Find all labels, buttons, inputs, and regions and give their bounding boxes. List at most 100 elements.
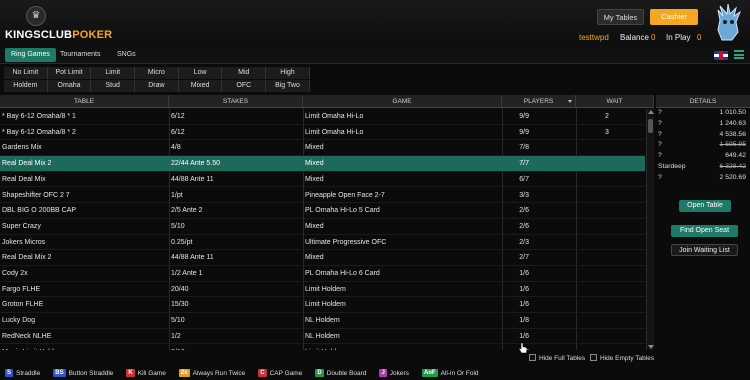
filter-omaha[interactable]: Omaha	[47, 80, 92, 92]
column-players[interactable]: PLAYERS	[502, 95, 576, 108]
scrollbar-thumb[interactable]	[648, 119, 653, 133]
table-row[interactable]: * Bay 6-12 Omaha/8 * 2 6/12 Limit Omaha Hi…	[0, 125, 645, 141]
seated-player-chips: 1 240.63	[719, 119, 746, 127]
filter-ofc[interactable]: OFC	[222, 80, 267, 92]
column-stakes[interactable]: STAKES	[169, 95, 303, 108]
stakes-cell: 1/2	[171, 332, 181, 340]
legend-item: K Kill Game	[126, 367, 166, 380]
tab-sngs[interactable]: SNGs	[111, 48, 142, 62]
table-row[interactable]: Gardens Mix 4/8 Mixed 7/8	[0, 140, 645, 157]
seated-player-row: ? 649.42	[656, 151, 750, 162]
filter-mid[interactable]: Mid	[222, 67, 267, 79]
table-name-cell: * Bay 6-12 Omaha/8 * 2	[2, 128, 76, 136]
stakes-cell: 20/40	[171, 285, 189, 293]
seated-player-row: Stardeep 6 328.42	[656, 162, 750, 173]
legend-badge-icon: AoF	[421, 369, 438, 377]
legend-badge-icon: C	[258, 369, 267, 377]
filter-high[interactable]: High	[266, 67, 310, 79]
open-table-button[interactable]: Open Table	[679, 200, 731, 212]
legend-label: Double Board	[326, 370, 367, 377]
table-row[interactable]: Super Crazy 5/10 Mixed 2/6	[0, 219, 645, 235]
game-cell: Limit Holdem	[305, 345, 500, 351]
filter-limit[interactable]: Limit	[91, 67, 136, 79]
table-scrollbar[interactable]	[646, 109, 654, 350]
tab-ring-games[interactable]: Ring Games	[5, 48, 56, 62]
game-cell: Mixed	[305, 254, 324, 262]
column-game[interactable]: GAME	[303, 95, 502, 108]
players-cell: 2/3	[519, 238, 529, 246]
table-row[interactable]: Shapeshifter OFC 2 7 1/pt Pineapple Open F…	[0, 188, 645, 204]
in-play-value: 0	[697, 33, 702, 42]
filter-big-two[interactable]: Big Two	[266, 80, 310, 92]
table-row[interactable]: DBL BIG O 200BB CAP 2/5 Ante 2 PL Omaha Hi…	[0, 203, 645, 219]
game-cell: Mixed	[305, 160, 324, 168]
seated-player-name: ?	[658, 119, 662, 127]
players-cell: 2/7	[519, 254, 529, 262]
table-name-cell: Real Deal Mix 2	[2, 254, 52, 262]
table-row[interactable]: Magic Limit Holdem 8/16 Limit Holdem 1/2	[0, 345, 645, 351]
tab-tournaments[interactable]: Tournaments	[54, 48, 106, 62]
scroll-up-icon[interactable]	[648, 110, 654, 114]
hide-full-tables-option[interactable]: Hide Full Tables	[529, 354, 585, 362]
table-name-cell: RedNeck NLHE	[2, 332, 52, 340]
table-name-cell: Gardens Mix	[2, 144, 42, 152]
hide-full-checkbox[interactable]	[529, 354, 536, 361]
filter-stud[interactable]: Stud	[91, 80, 136, 92]
table-row[interactable]: Real Deal Mix 2 44/88 Ante 11 Mixed 2/7	[0, 250, 645, 266]
legend-item: J Jokers	[379, 367, 409, 380]
stakes-cell: 5/10	[171, 222, 185, 230]
hamburger-menu-icon[interactable]	[734, 50, 744, 59]
stakes-cell: 0.25/pt	[171, 238, 193, 246]
filter-mixed[interactable]: Mixed	[178, 80, 223, 92]
game-cell: Limit Omaha Hi-Lo	[305, 128, 364, 136]
table-row[interactable]: Lucky Dog 5/10 NL Holdem 1/8	[0, 313, 645, 329]
join-waiting-list-button[interactable]: Join Waiting List	[671, 244, 738, 256]
app-header: ♛ KINGSCLUBPOKER My Tables Cashier testt…	[0, 0, 750, 46]
game-cell: NL Holdem	[305, 317, 340, 325]
my-tables-button[interactable]: My Tables	[597, 9, 644, 25]
wait-cell	[576, 250, 646, 266]
table-row[interactable]: Fargo FLHE 20/40 Limit Holdem 1/6	[0, 282, 645, 298]
wait-cell	[576, 266, 646, 282]
table-row[interactable]: * Bay 6-12 Omaha/8 * 1 6/12 Limit Omaha Hi…	[0, 109, 645, 125]
stakes-cell: 22/44 Ante 5.50	[171, 160, 221, 168]
table-row[interactable]: RedNeck NLHE 1/2 NL Holdem 1/6	[0, 329, 645, 345]
uk-flag-icon[interactable]	[714, 51, 728, 60]
stakes-cell: 44/88 Ante 11	[171, 175, 214, 183]
legend-label: All-in Or Fold	[440, 370, 479, 377]
legend-label: Straddle	[16, 370, 41, 377]
filter-low[interactable]: Low	[178, 67, 223, 79]
table-name-cell: DBL BIG O 200BB CAP	[2, 207, 77, 215]
in-play-label: In Play	[666, 33, 691, 42]
filter-holdem[interactable]: Holdem	[4, 80, 48, 92]
legend-label: Always Run Twice	[192, 370, 246, 377]
balance-label: Balance	[620, 33, 649, 42]
hide-empty-tables-option[interactable]: Hide Empty Tables	[590, 354, 654, 362]
table-row[interactable]: Real Deal Mix 44/88 Ante 11 Mixed 6/7	[0, 172, 645, 188]
hide-empty-checkbox[interactable]	[590, 354, 597, 361]
filter-no-limit[interactable]: No Limit	[4, 67, 48, 79]
scroll-down-icon[interactable]	[648, 345, 654, 349]
wait-cell	[576, 156, 646, 172]
table-row[interactable]: Jokers Micros 0.25/pt Ultimate Progressive…	[0, 235, 645, 251]
game-cell: Mixed	[305, 175, 324, 183]
cashier-button[interactable]: Cashier	[650, 9, 698, 25]
table-row[interactable]: Cody 2x 1/2 Ante 1 PL Omaha Hi-Lo 6 Card 1/…	[0, 266, 645, 282]
mascot-icon	[717, 4, 742, 41]
column-table[interactable]: TABLE	[0, 95, 169, 108]
filter-draw[interactable]: Draw	[135, 80, 179, 92]
seated-player-chips: 649.42	[725, 152, 746, 160]
filter-micro[interactable]: Micro	[135, 67, 179, 79]
players-cell: 1/6	[519, 301, 529, 309]
table-row[interactable]: Real Deal Mix 2 22/44 Ante 5.50 Mixed 7/7	[0, 156, 645, 172]
table-name-cell: Shapeshifter OFC 2 7	[2, 191, 70, 199]
table-name-cell: Lucky Dog	[2, 317, 36, 325]
stakes-cell: 4/8	[171, 144, 181, 152]
filter-pot-limit[interactable]: Pot Limit	[47, 67, 92, 79]
lion-crest-icon: ♛	[26, 6, 46, 26]
table-row[interactable]: Groton FLHE 15/30 Limit Holdem 1/6	[0, 297, 645, 314]
find-open-seat-button[interactable]: Find Open Seat	[671, 225, 738, 237]
column-wait[interactable]: WAIT	[576, 95, 654, 108]
stakes-cell: 8/16	[171, 345, 301, 351]
stakes-cell: 44/88 Ante 11	[171, 254, 214, 262]
